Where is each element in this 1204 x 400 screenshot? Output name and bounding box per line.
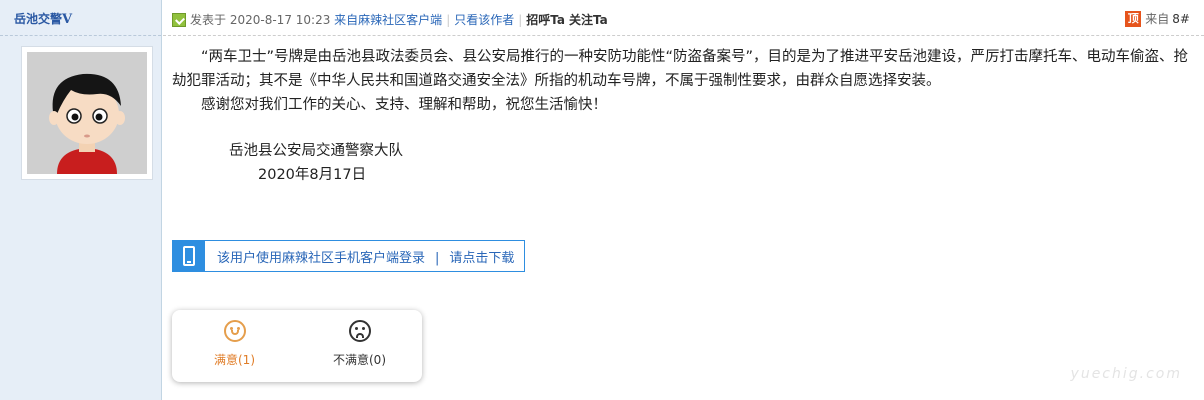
top-icon[interactable]: 顶 [1125, 10, 1142, 27]
post-datetime: 2020-8-17 10:23 [229, 12, 331, 27]
post-content: “两车卫士”号牌是由岳池县政法委员会、县公安局推行的一种安防功能性“防盗备案号”… [172, 45, 1196, 187]
author-name[interactable]: 岳池交警 [14, 12, 62, 26]
satisfied-button[interactable]: 满意(1) [172, 310, 297, 382]
posted-prefix: 发表于 [190, 13, 227, 27]
client-source-link[interactable]: 来自麻辣社区客户端 [334, 11, 442, 28]
mobile-phone-icon [173, 241, 205, 271]
smile-icon [223, 320, 246, 342]
from-label: 来自 [1145, 12, 1170, 26]
floor-number[interactable]: 8# [1172, 12, 1190, 26]
app-download-banner[interactable]: 该用户使用麻辣社区手机客户端登录 | 请点击下载 [172, 240, 526, 272]
unsatisfied-button[interactable]: 不满意(0) [297, 310, 422, 382]
download-link[interactable]: 请点击下载 [449, 251, 514, 266]
author-header: 岳池交警V [0, 0, 161, 36]
avatar[interactable] [27, 52, 147, 174]
post-main: 发表于 2020-8-17 10:23 来自麻辣社区客户端 | 只看该作者 | … [163, 0, 1204, 400]
divider: | [446, 12, 451, 27]
paragraph-1: “两车卫士”号牌是由岳池县政法委员会、县公安局推行的一种安防功能性“防盗备案号”… [172, 49, 1189, 89]
signature: 岳池县公安局交通警察大队 [229, 143, 403, 159]
satisfied-label: 满意(1) [214, 353, 255, 367]
paragraph-2: 感谢您对我们工作的关心、支持、理解和帮助，祝您生活愉快！ [201, 97, 607, 113]
rating-panel: 满意(1) 不满意(0) [172, 310, 422, 382]
watermark: yuechig.com [1070, 366, 1182, 382]
author-sidebar: 岳池交警V [0, 0, 162, 400]
verified-badge: V [62, 12, 73, 27]
only-author-link[interactable]: 只看该作者 [454, 11, 514, 28]
post-header: 发表于 2020-8-17 10:23 来自麻辣社区客户端 | 只看该作者 | … [163, 0, 1204, 36]
unsatisfied-label: 不满意(0) [333, 353, 386, 367]
greet-link[interactable]: 招呼Ta [526, 11, 565, 28]
cartoon-avatar-icon [27, 52, 147, 174]
banner-divider: | [435, 250, 440, 266]
signature-date: 2020年8月17日 [258, 167, 367, 183]
divider: | [518, 12, 523, 27]
frown-icon [348, 320, 371, 342]
app-banner-text: 该用户使用麻辣社区手机客户端登录 [217, 250, 426, 266]
follow-link[interactable]: 关注Ta [569, 11, 608, 28]
online-status-icon [172, 12, 186, 27]
avatar-frame[interactable] [21, 46, 153, 180]
